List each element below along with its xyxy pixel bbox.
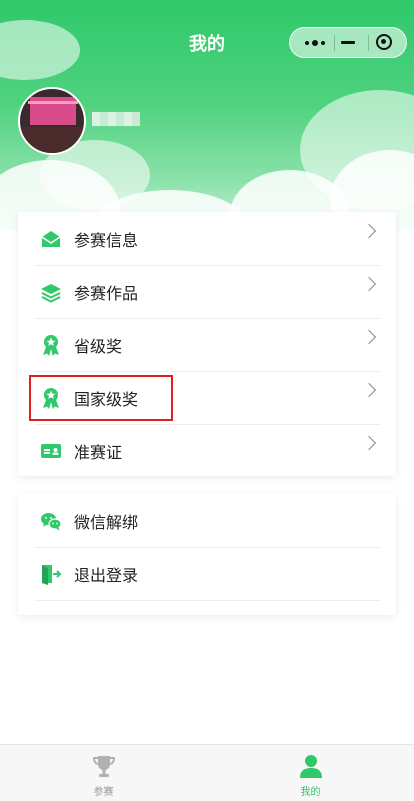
menu-item-admission-ticket[interactable]: 准赛证	[34, 424, 380, 477]
layers-icon	[41, 284, 61, 303]
capsule-divider	[334, 35, 335, 51]
menu-card-main: 参赛信息 参赛作品 省级奖 国家级奖 准赛证	[18, 212, 396, 476]
award-ribbon-icon	[43, 335, 59, 356]
chevron-right-icon	[361, 329, 377, 345]
envelope-icon	[41, 231, 61, 247]
menu-card-secondary: 微信解绑 退出登录	[18, 494, 396, 615]
logout-door-icon	[42, 565, 62, 585]
capsule-divider	[368, 35, 369, 51]
avatar[interactable]	[18, 87, 86, 155]
menu-item-label: 参赛信息	[74, 231, 139, 250]
chevron-right-icon	[361, 276, 377, 292]
more-dots-icon[interactable]	[300, 28, 330, 57]
menu-item-contest-info[interactable]: 参赛信息	[34, 212, 380, 266]
minimize-icon[interactable]	[341, 41, 355, 44]
menu-item-wechat-unbind[interactable]: 微信解绑	[34, 494, 380, 548]
menu-item-label: 参赛作品	[74, 284, 139, 303]
chevron-right-icon	[361, 382, 377, 398]
wechat-icon	[41, 513, 62, 531]
tab-bar: 参赛 我的	[0, 744, 414, 801]
menu-item-provincial-award[interactable]: 省级奖	[34, 318, 380, 372]
menu-item-label: 省级奖	[74, 337, 123, 356]
tab-contest[interactable]: 参赛	[0, 745, 207, 801]
chevron-right-icon	[361, 223, 377, 239]
trophy-icon	[92, 756, 116, 777]
nickname-blurred	[92, 112, 140, 126]
id-card-icon	[41, 444, 61, 458]
chevron-right-icon	[361, 435, 377, 451]
tab-mine[interactable]: 我的	[207, 745, 414, 801]
tab-label: 我的	[300, 787, 321, 798]
menu-item-label: 退出登录	[74, 566, 139, 585]
menu-item-label: 微信解绑	[74, 513, 139, 532]
highlight-box	[29, 375, 173, 421]
person-icon	[300, 755, 322, 778]
menu-item-logout[interactable]: 退出登录	[34, 547, 380, 601]
tab-label: 参赛	[93, 787, 114, 798]
target-close-icon[interactable]	[376, 34, 392, 50]
menu-item-contest-works[interactable]: 参赛作品	[34, 265, 380, 319]
menu-item-label: 准赛证	[74, 443, 123, 462]
miniprogram-capsule	[289, 27, 407, 58]
